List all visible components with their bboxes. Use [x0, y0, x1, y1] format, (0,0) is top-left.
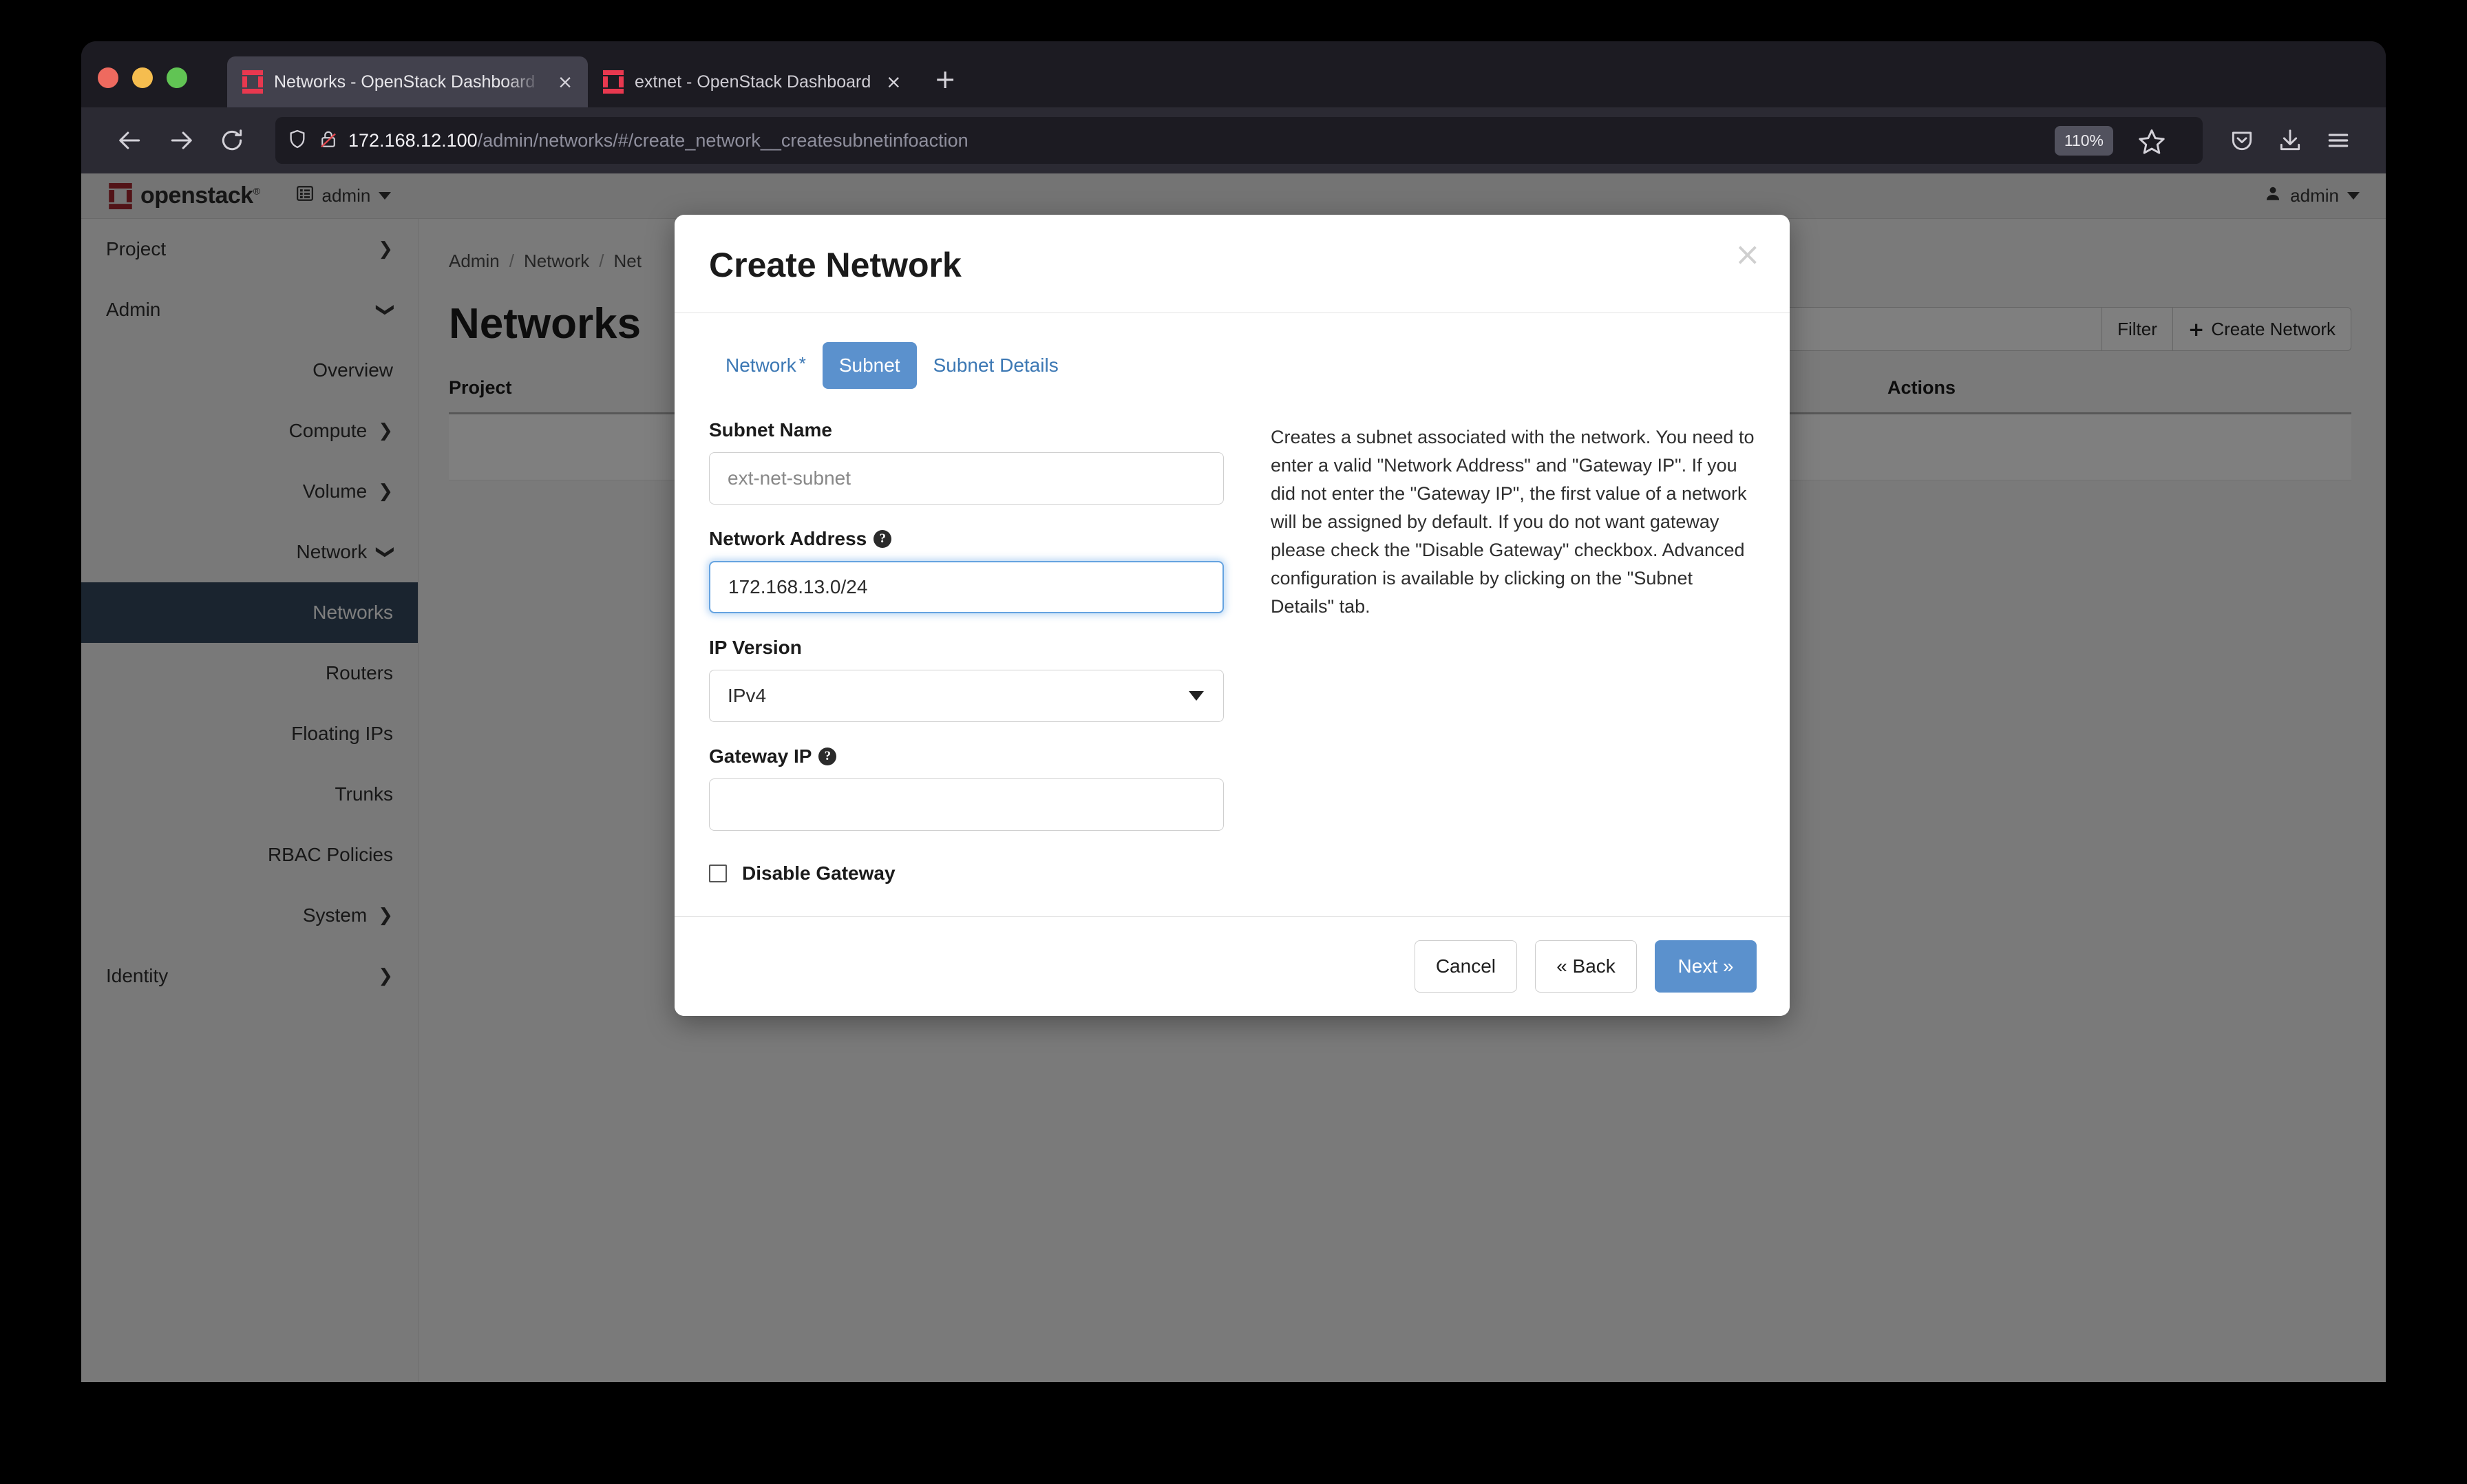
- modal-header: Create Network ×: [675, 215, 1790, 313]
- subnet-form: Subnet Name Network Address ? IP Version: [709, 419, 1224, 884]
- window-maximize-button[interactable]: [167, 67, 187, 88]
- ip-version-value: IPv4: [728, 685, 766, 707]
- chevron-down-icon: [1189, 691, 1204, 701]
- tab-subnet[interactable]: Subnet: [823, 342, 917, 389]
- question-mark-icon[interactable]: ?: [873, 530, 891, 548]
- ip-version-label: IP Version: [709, 637, 1224, 659]
- url-bar[interactable]: 172.168.12.100/admin/networks/#/create_n…: [275, 117, 2203, 164]
- back-button[interactable]: « Back: [1535, 940, 1637, 993]
- openstack-favicon-icon: [603, 70, 624, 94]
- required-marker: *: [799, 354, 806, 372]
- pocket-icon[interactable]: [2218, 116, 2266, 165]
- url-text: 172.168.12.100/admin/networks/#/create_n…: [348, 130, 2192, 151]
- next-button[interactable]: Next »: [1655, 940, 1757, 993]
- browser-tab-extnet[interactable]: extnet - OpenStack Dashboard ×: [588, 56, 916, 107]
- browser-tab-title: extnet - OpenStack Dashboard: [635, 72, 871, 92]
- star-icon[interactable]: [2137, 127, 2167, 157]
- gateway-ip-label-row: Gateway IP ?: [709, 745, 1224, 767]
- tab-subnet-label: Subnet: [839, 354, 900, 377]
- ip-version-select[interactable]: IPv4: [709, 670, 1224, 722]
- openstack-favicon-icon: [242, 70, 263, 94]
- create-network-modal: Create Network × Network * Subnet Subnet…: [675, 215, 1790, 1016]
- subnet-name-label: Subnet Name: [709, 419, 1224, 441]
- browser-nav-bar: 172.168.12.100/admin/networks/#/create_n…: [81, 107, 2386, 173]
- tab-subnet-details-label: Subnet Details: [933, 354, 1059, 377]
- shield-icon[interactable]: [286, 128, 308, 153]
- window-traffic-lights: [98, 67, 187, 88]
- zoom-level-badge[interactable]: 110%: [2055, 126, 2113, 156]
- hamburger-menu-icon[interactable]: [2314, 116, 2362, 165]
- lock-crossed-icon[interactable]: [318, 128, 339, 153]
- gateway-ip-label: Gateway IP: [709, 745, 812, 767]
- modal-footer: Cancel « Back Next »: [675, 916, 1790, 1016]
- network-address-label-row: Network Address ?: [709, 528, 1224, 550]
- network-address-input[interactable]: [709, 561, 1224, 613]
- browser-tab-networks[interactable]: Networks - OpenStack Dashboard ×: [227, 56, 588, 107]
- back-arrow-icon[interactable]: [105, 115, 156, 166]
- subnet-name-input[interactable]: [709, 452, 1224, 505]
- tab-close-icon[interactable]: ×: [553, 73, 577, 92]
- network-address-label: Network Address: [709, 528, 867, 550]
- tab-network-label: Network: [726, 354, 796, 377]
- close-icon[interactable]: ×: [1734, 238, 1761, 270]
- question-mark-icon[interactable]: ?: [818, 748, 836, 765]
- download-icon[interactable]: [2266, 116, 2314, 165]
- modal-title: Create Network: [709, 245, 1755, 285]
- browser-tab-title: Networks - OpenStack Dashboard: [274, 72, 542, 92]
- disable-gateway-label: Disable Gateway: [742, 862, 896, 884]
- forward-arrow-icon[interactable]: [156, 115, 207, 166]
- modal-help-panel: Creates a subnet associated with the net…: [1271, 419, 1755, 884]
- disable-gateway-row[interactable]: Disable Gateway: [709, 862, 1224, 884]
- field-group-network-address: Network Address ?: [709, 528, 1224, 613]
- window-minimize-button[interactable]: [132, 67, 153, 88]
- gateway-ip-input[interactable]: [709, 778, 1224, 831]
- tab-network[interactable]: Network *: [709, 342, 823, 389]
- field-group-gateway-ip: Gateway IP ?: [709, 745, 1224, 831]
- field-group-subnet-name: Subnet Name: [709, 419, 1224, 505]
- cancel-button[interactable]: Cancel: [1415, 940, 1517, 993]
- modal-columns: Subnet Name Network Address ? IP Version: [709, 419, 1755, 884]
- wizard-tabs: Network * Subnet Subnet Details: [709, 342, 1755, 389]
- reload-icon[interactable]: [207, 115, 257, 166]
- tab-close-icon[interactable]: ×: [882, 73, 905, 92]
- browser-window: Networks - OpenStack Dashboard × extnet …: [81, 41, 2386, 1382]
- disable-gateway-checkbox[interactable]: [709, 865, 727, 882]
- page-viewport: openstack® admin: [81, 173, 2386, 1382]
- browser-tab-strip: Networks - OpenStack Dashboard × extnet …: [81, 41, 2386, 107]
- window-close-button[interactable]: [98, 67, 118, 88]
- field-group-ip-version: IP Version IPv4: [709, 637, 1224, 722]
- new-tab-button[interactable]: +: [934, 66, 956, 92]
- modal-help-text: Creates a subnet associated with the net…: [1271, 423, 1755, 621]
- modal-body: Network * Subnet Subnet Details Subnet N…: [675, 313, 1790, 916]
- tab-subnet-details[interactable]: Subnet Details: [917, 342, 1075, 389]
